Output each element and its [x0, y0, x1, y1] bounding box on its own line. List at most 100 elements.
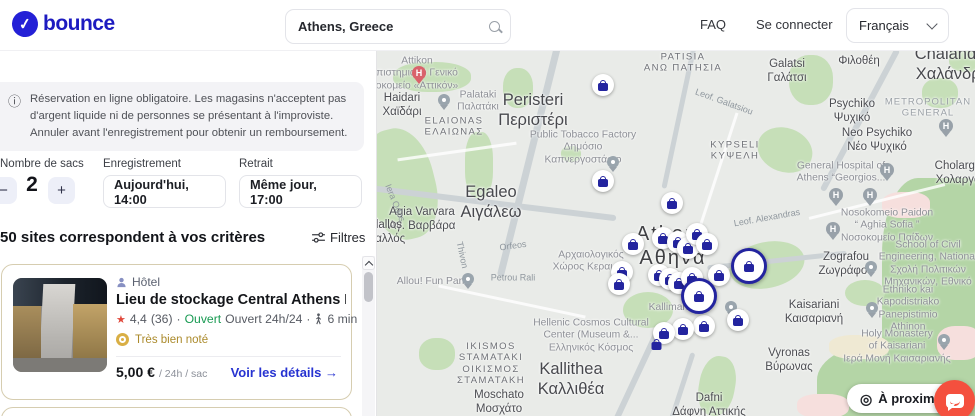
park-area: [419, 338, 455, 370]
storage-location-marker[interactable]: [696, 233, 718, 255]
hospital-pin: H: [863, 188, 877, 202]
map-label: Thivon: [454, 240, 471, 270]
walking-icon: [316, 313, 322, 325]
rating-value: 4,4: [129, 312, 147, 326]
bag-icon: [744, 260, 754, 272]
map-label: Peristeri Περιστέρι: [498, 91, 568, 129]
top-nav: ✓ bounce FAQ Se connecter Français: [0, 0, 975, 51]
map-label: Palataki Παλατάκι: [457, 89, 499, 113]
bag-icon: [678, 323, 688, 335]
district-tint: [797, 394, 849, 416]
map-canvas[interactable]: ◎ À proximité PATISIAΑΝΩ ΠΑΤΗΣΙΑChalandr…: [376, 50, 975, 416]
map-label: Psychiko Ψυχικό: [828, 98, 876, 124]
opening-hours: Ouvert 24h/24: [225, 312, 303, 326]
price-unit: / 24h / sac: [158, 368, 208, 380]
arrow-right-icon: →: [325, 365, 338, 380]
map-label: Haidari Χαϊδάρι: [382, 92, 422, 118]
bag-icon: [694, 290, 704, 302]
listing-category: Hôtel: [132, 275, 161, 289]
scrollbar-thumb[interactable]: [364, 272, 373, 302]
poi-pin: [607, 156, 619, 168]
filters-icon: [312, 232, 325, 243]
bounce-logo[interactable]: ✓ bounce: [10, 9, 115, 39]
hospital-pin: H: [826, 222, 840, 236]
map-label: Φιλοθέη: [838, 55, 880, 68]
info-icon: ⓘ: [8, 94, 22, 109]
map-label: ELAIONAS ΕΛΑΙΩΝΑΣ: [424, 115, 484, 138]
pickup-select[interactable]: Même jour, 17:00: [239, 175, 362, 208]
pickup-value: Même jour, 17:00: [250, 176, 317, 207]
map-label: Kallithea Καλλιθέα: [537, 360, 605, 398]
bag-icon: [614, 278, 624, 290]
poi-pin: [866, 302, 878, 314]
map-label: METROPOLITAN GENERAL: [884, 96, 972, 119]
hotel-icon: [117, 277, 126, 287]
filters-button[interactable]: Filtres: [312, 230, 365, 245]
storage-location-marker[interactable]: [661, 192, 683, 214]
scroll-up-button[interactable]: [362, 256, 375, 270]
badge-label: Très bien noté: [135, 333, 209, 346]
storage-location-marker[interactable]: [681, 278, 717, 314]
listing-category-row: Hôtel: [116, 275, 160, 289]
signin-link[interactable]: Se connecter: [756, 17, 833, 32]
storage-location-marker[interactable]: [727, 309, 749, 331]
bag-icon: [733, 314, 743, 326]
faq-link[interactable]: FAQ: [700, 17, 726, 32]
map-label: CholargoΧολαργό: [934, 160, 975, 186]
hospital-pin: H: [829, 188, 843, 202]
price-row: 5,00 € / 24h / sac: [116, 364, 207, 380]
storage-location-marker[interactable]: [592, 170, 614, 192]
map-label: Dafni Δάφνη Αττικής: [672, 392, 746, 416]
storage-listing-card-next[interactable]: [1, 407, 352, 416]
open-status: Ouvert: [184, 312, 222, 326]
map-label: Egaleo Αιγάλεω: [460, 183, 522, 221]
storage-location-marker[interactable]: [608, 273, 630, 295]
location-search[interactable]: [285, 9, 511, 44]
listing-meta-row: ★ 4,4 (36) · Ouvert Ouvert 24h/24 · 6 mi…: [116, 312, 357, 326]
listing-title: Lieu de stockage Central Athens Regional…: [116, 292, 346, 308]
separator-dot: ·: [306, 312, 311, 326]
storage-location-marker[interactable]: [592, 74, 614, 96]
bag-icon: [702, 238, 712, 250]
map-label: Leof. Alexandras: [733, 206, 801, 229]
checkin-label: Enregistrement: [103, 158, 181, 170]
map-label: dallosδαλλός: [376, 219, 406, 245]
increase-bags-button[interactable]: +: [48, 177, 75, 204]
storage-location-marker[interactable]: [672, 318, 694, 340]
storage-location-marker[interactable]: [650, 337, 663, 351]
rating-badge: Très bien noté: [116, 333, 208, 346]
map-label: Ethniko kai Kapodistriako Panepistimio Athi…: [876, 284, 940, 333]
decrease-bags-button[interactable]: −: [0, 177, 17, 204]
chat-launcher-button[interactable]: [934, 380, 975, 416]
star-icon: ★: [116, 313, 126, 326]
bag-icon: [699, 320, 709, 332]
map-label: School of Civil Engineering, National Σχολ…: [878, 239, 975, 288]
list-scrollbar[interactable]: [362, 256, 375, 416]
poi-pin: [462, 273, 474, 285]
bags-count-value: 2: [26, 173, 38, 196]
poi-pin: [438, 94, 450, 106]
view-details-link[interactable]: Voir les détails →: [231, 365, 338, 380]
language-label: Français: [859, 18, 909, 33]
storage-listing-card[interactable]: Hôtel Lieu de stockage Central Athens Re…: [1, 264, 357, 400]
results-panel: ⓘ Réservation en ligne obligatoire. Les …: [0, 50, 376, 416]
search-input[interactable]: [296, 18, 489, 35]
walk-time: 6 min: [327, 312, 358, 326]
target-icon: ◎: [860, 390, 873, 407]
bag-icon: [598, 175, 608, 187]
storage-location-marker[interactable]: [622, 233, 644, 255]
language-select[interactable]: Français: [846, 8, 949, 43]
bag-icon: [598, 79, 608, 91]
road: [438, 284, 586, 319]
storage-location-marker[interactable]: [693, 315, 715, 337]
details-label: Voir les détails: [230, 365, 322, 380]
map-label: Holy Monastery of Kaisariani Ιερά Μονή Και…: [843, 328, 951, 365]
app-window: ✓ bounce FAQ Se connecter Français ⓘ Rés…: [0, 0, 975, 416]
listing-photo: [13, 278, 107, 372]
booking-notice: ⓘ Réservation en ligne obligatoire. Les …: [0, 82, 364, 151]
chat-bubble-icon: [945, 393, 964, 411]
storage-location-marker[interactable]: [731, 248, 767, 284]
chevron-down-icon: [926, 18, 938, 30]
checkin-select[interactable]: Aujourd'hui, 14:00: [103, 175, 226, 208]
bounce-logo-text: bounce: [43, 12, 115, 35]
